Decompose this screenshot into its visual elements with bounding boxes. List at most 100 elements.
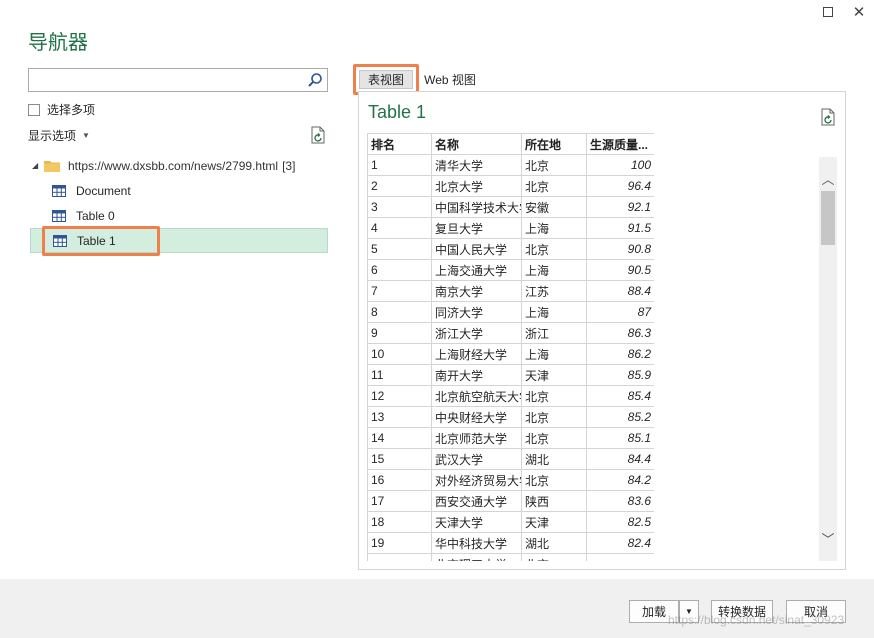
table-cell[interactable]: 华中科技大学 xyxy=(431,532,522,554)
table-cell[interactable]: 86.3 xyxy=(586,322,654,344)
table-cell[interactable]: 同济大学 xyxy=(431,301,522,323)
table-cell[interactable]: 浙江 xyxy=(521,322,587,344)
table-cell[interactable]: 北京 xyxy=(521,385,587,407)
table-cell[interactable]: 2 xyxy=(367,175,432,197)
table-cell[interactable]: 86.2 xyxy=(586,343,654,365)
table-cell[interactable]: 武汉大学 xyxy=(431,448,522,470)
table-cell[interactable]: 85.2 xyxy=(586,406,654,428)
table-cell[interactable]: 85.1 xyxy=(586,427,654,449)
column-header-quality[interactable]: 生源质量... xyxy=(586,133,654,155)
table-cell[interactable]: 18 xyxy=(367,511,432,533)
table-cell[interactable]: 中国科学技术大学 xyxy=(431,196,522,218)
table-cell[interactable]: 北京大学 xyxy=(431,175,522,197)
table-cell[interactable]: 1 xyxy=(367,154,432,176)
table-cell[interactable]: 96.4 xyxy=(586,175,654,197)
table-cell[interactable]: 85.9 xyxy=(586,364,654,386)
table-cell[interactable]: 4 xyxy=(367,217,432,239)
search-icon[interactable] xyxy=(307,72,323,88)
collapse-icon[interactable]: ◢ xyxy=(32,161,44,170)
table-cell[interactable]: 天津 xyxy=(521,511,587,533)
table-cell[interactable]: 90.8 xyxy=(586,238,654,260)
multi-select-checkbox[interactable] xyxy=(28,103,40,116)
table-cell[interactable] xyxy=(367,553,432,561)
table-cell[interactable]: 13 xyxy=(367,406,432,428)
cancel-button[interactable]: 取消 xyxy=(786,600,846,623)
table-cell[interactable]: 天津大学 xyxy=(431,511,522,533)
table-cell[interactable]: 上海交通大学 xyxy=(431,259,522,281)
table-cell[interactable]: 上海 xyxy=(521,343,587,365)
table-cell[interactable]: 85.4 xyxy=(586,385,654,407)
table-cell[interactable]: 西安交通大学 xyxy=(431,490,522,512)
table-cell[interactable]: 11 xyxy=(367,364,432,386)
table-cell[interactable]: 9 xyxy=(367,322,432,344)
table-cell[interactable]: 北京 xyxy=(521,154,587,176)
table-cell[interactable]: 上海 xyxy=(521,217,587,239)
tab-table-view[interactable]: 表视图 xyxy=(359,70,413,89)
chevron-up-icon[interactable]: ︿ xyxy=(819,169,837,187)
table-cell[interactable]: 北京理工大学 xyxy=(431,553,522,561)
tree-root-node[interactable]: ◢ https://www.dxsbb.com/news/2799.html [… xyxy=(30,153,328,178)
table-cell[interactable]: 北京师范大学 xyxy=(431,427,522,449)
table-cell[interactable]: 复旦大学 xyxy=(431,217,522,239)
tree-item-table-0[interactable]: Table 0 xyxy=(30,203,328,228)
search-box[interactable] xyxy=(28,68,328,92)
table-cell[interactable]: 北京 xyxy=(521,406,587,428)
table-cell[interactable]: 84.2 xyxy=(586,469,654,491)
table-cell[interactable]: 湖北 xyxy=(521,532,587,554)
table-cell[interactable]: 陕西 xyxy=(521,490,587,512)
table-cell[interactable]: 87 xyxy=(586,301,654,323)
table-cell[interactable]: 天津 xyxy=(521,364,587,386)
table-cell[interactable]: 湖北 xyxy=(521,448,587,470)
table-cell[interactable]: 北京 xyxy=(521,427,587,449)
display-options-dropdown[interactable]: 显示选项 ▼ xyxy=(28,127,90,144)
table-cell[interactable]: 清华大学 xyxy=(431,154,522,176)
table-cell[interactable]: 上海财经大学 xyxy=(431,343,522,365)
multi-select-option[interactable]: 选择多项 xyxy=(28,101,95,118)
table-cell[interactable]: 6 xyxy=(367,259,432,281)
table-cell[interactable]: 88.4 xyxy=(586,280,654,302)
table-cell[interactable]: 中央财经大学 xyxy=(431,406,522,428)
search-input[interactable] xyxy=(33,71,303,89)
table-cell[interactable] xyxy=(586,553,654,561)
tree-item-table-1[interactable]: Table 1 xyxy=(30,228,328,253)
column-header-rank[interactable]: 排名 xyxy=(367,133,432,155)
table-cell[interactable]: 100 xyxy=(586,154,654,176)
table-cell[interactable]: 90.5 xyxy=(586,259,654,281)
table-cell[interactable]: 91.5 xyxy=(586,217,654,239)
table-cell[interactable]: 17 xyxy=(367,490,432,512)
table-cell[interactable]: 92.1 xyxy=(586,196,654,218)
table-cell[interactable]: 16 xyxy=(367,469,432,491)
table-cell[interactable]: 82.4 xyxy=(586,532,654,554)
table-cell[interactable]: 南京大学 xyxy=(431,280,522,302)
table-cell[interactable]: 上海 xyxy=(521,301,587,323)
refresh-preview-icon[interactable] xyxy=(820,108,836,126)
table-cell[interactable]: 3 xyxy=(367,196,432,218)
table-cell[interactable]: 安徽 xyxy=(521,196,587,218)
table-cell[interactable]: 北京 xyxy=(521,238,587,260)
scrollbar-thumb[interactable] xyxy=(821,191,835,245)
table-cell[interactable]: 南开大学 xyxy=(431,364,522,386)
table-cell[interactable]: 北京 xyxy=(521,553,587,561)
maximize-button[interactable] xyxy=(817,3,839,21)
table-cell[interactable]: 12 xyxy=(367,385,432,407)
table-cell[interactable]: 上海 xyxy=(521,259,587,281)
column-header-location[interactable]: 所在地 xyxy=(521,133,587,155)
vertical-scrollbar[interactable]: ︿ ﹀ xyxy=(819,157,837,561)
table-cell[interactable]: 北京 xyxy=(521,175,587,197)
table-cell[interactable]: 8 xyxy=(367,301,432,323)
refresh-document-icon[interactable] xyxy=(310,126,326,144)
table-cell[interactable]: 83.6 xyxy=(586,490,654,512)
column-header-name[interactable]: 名称 xyxy=(431,133,522,155)
load-dropdown-button[interactable]: ▼ xyxy=(679,600,699,623)
table-cell[interactable]: 14 xyxy=(367,427,432,449)
transform-data-button[interactable]: 转换数据 xyxy=(711,600,773,623)
preview-table-container[interactable]: 排名 名称 所在地 生源质量... 1 清华大学 北京 100 2 北京大学 北京 96.4 3… xyxy=(367,133,654,561)
chevron-down-icon[interactable]: ﹀ xyxy=(819,529,837,547)
table-cell[interactable]: 中国人民大学 xyxy=(431,238,522,260)
table-cell[interactable]: 北京 xyxy=(521,469,587,491)
tab-web-view[interactable]: Web 视图 xyxy=(420,70,480,89)
table-cell[interactable]: 浙江大学 xyxy=(431,322,522,344)
table-cell[interactable]: 84.4 xyxy=(586,448,654,470)
table-cell[interactable]: 江苏 xyxy=(521,280,587,302)
table-cell[interactable]: 19 xyxy=(367,532,432,554)
